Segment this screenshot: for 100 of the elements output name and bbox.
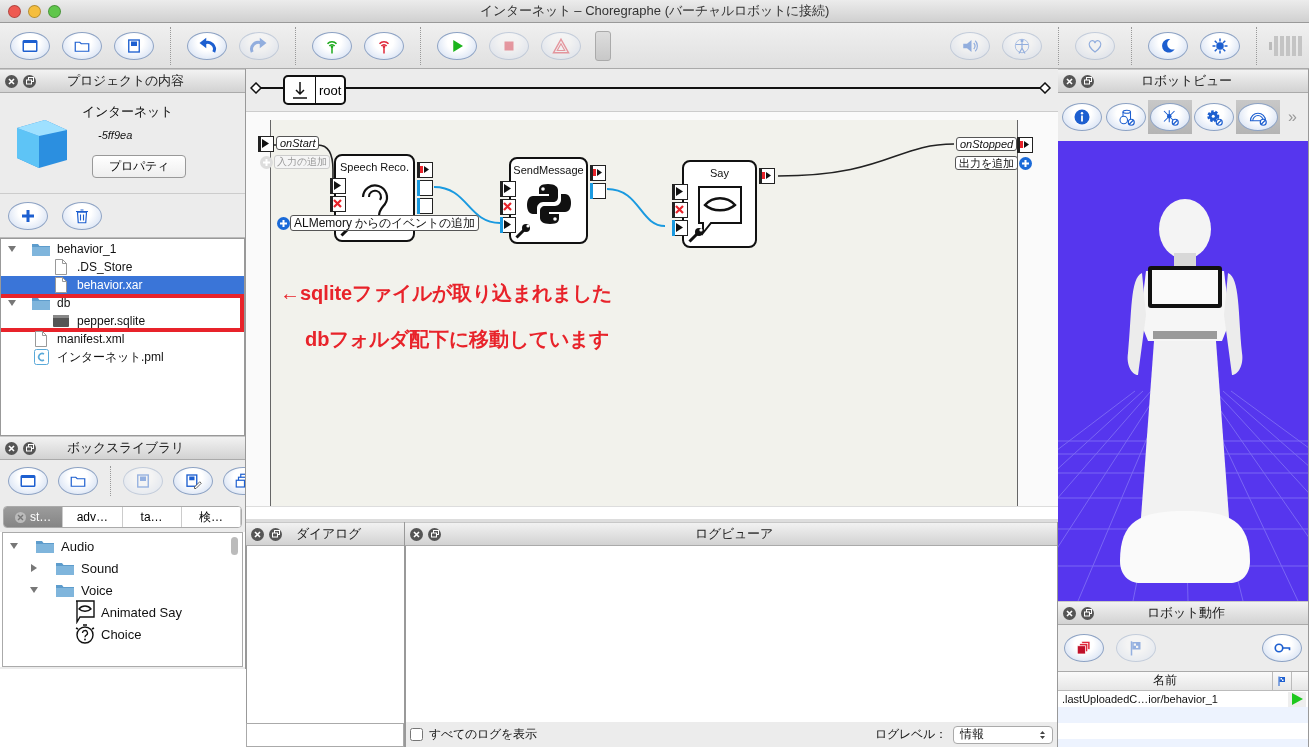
gauge-button[interactable] [1238,103,1278,131]
add-event-label[interactable]: ALMemory からのイベントの追加 [290,215,480,231]
start-port[interactable] [258,136,274,152]
close-icon [1066,77,1073,85]
close-button[interactable] [1063,606,1076,620]
folder-icon [56,583,74,597]
float-icon [430,530,439,538]
close-button[interactable] [410,527,423,541]
info-button[interactable] [1062,103,1102,131]
tree-row[interactable]: Animated Say [3,601,242,623]
tree-label: behavior_1 [57,242,117,256]
stop-port[interactable] [500,199,516,215]
close-button[interactable] [5,74,18,88]
open-button[interactable] [58,467,98,495]
tree-row[interactable]: インターネット.pml [1,348,244,366]
tree-row[interactable]: manifest.xml [1,330,244,348]
float-button[interactable] [23,441,36,455]
table-cell-text: .lastUploadedC…ior/behavior_1 [1061,693,1219,705]
log-level-select[interactable]: 情報 [953,725,1053,744]
close-icon [8,77,15,85]
breadcrumb[interactable]: root [283,75,347,105]
connect-button[interactable] [312,31,352,60]
settings-button[interactable] [1194,103,1234,131]
joint-button[interactable] [1150,103,1190,131]
stop-port[interactable] [672,202,688,218]
add-button[interactable] [8,201,48,230]
expand-arrow[interactable] [9,541,19,551]
snake-icon [526,182,571,226]
start-port[interactable] [672,220,688,236]
expand-arrow[interactable] [29,563,39,573]
float-icon [271,530,280,538]
stopped-port[interactable] [1017,137,1033,153]
data-port[interactable] [590,183,606,199]
float-button[interactable] [1081,606,1094,620]
horizontal-scrollbar[interactable] [246,506,1058,519]
new-button[interactable] [10,31,50,60]
add-output-label[interactable]: 出力を追加 [955,156,1018,170]
start-port[interactable] [672,184,688,200]
close-button[interactable] [8,4,21,18]
close-button[interactable] [251,527,264,541]
properties-button[interactable]: プロパティ [92,155,186,178]
tree-row[interactable]: behavior_1 [1,240,244,258]
data-port[interactable] [417,198,433,214]
scrollbar-thumb[interactable] [231,537,238,555]
tree-label: インターネット.pml [57,348,164,366]
save-button[interactable] [114,31,154,60]
expand-arrow[interactable] [7,298,17,308]
tree-row[interactable]: .DS_Store [1,258,244,276]
question-dial-icon [75,623,95,645]
float-button[interactable] [428,527,441,541]
collision-button[interactable] [1106,103,1146,131]
undo-button[interactable] [187,31,227,60]
panel-title: ロボットビュー [1139,72,1233,90]
start-port[interactable] [500,217,516,233]
panel-title: ログビューア [694,525,774,543]
float-button[interactable] [1081,74,1094,88]
checkbox[interactable] [410,728,423,741]
speech-bubble-icon [696,185,743,237]
wake-button[interactable] [1200,31,1240,60]
input-field[interactable] [246,723,404,747]
float-button[interactable] [269,527,282,541]
expand-arrow[interactable] [7,244,17,254]
behaviors-button[interactable] [1064,634,1104,662]
rest-button[interactable] [1148,31,1188,60]
close-button[interactable] [1063,74,1076,88]
tree-row[interactable]: Audio [3,535,242,557]
expand-arrow[interactable] [29,585,39,595]
disconnect-button[interactable] [364,31,404,60]
delete-button[interactable] [62,201,102,230]
tree-row[interactable]: Choice [3,623,242,645]
start-port[interactable] [500,181,516,197]
panel-title: ダイアログ [294,525,362,543]
stopped-port[interactable] [417,162,433,178]
open-button[interactable] [62,31,102,60]
close-button[interactable] [5,441,18,455]
add-icon[interactable] [1019,157,1032,170]
tree-row[interactable]: db [1,294,244,312]
search-button[interactable] [1262,634,1302,662]
diagram-box[interactable]: Say [682,160,757,248]
tree-row[interactable]: behavior.xar [1,276,244,294]
close-icon [413,530,420,538]
play-button[interactable] [437,31,477,60]
new-button[interactable] [8,467,48,495]
stopped-port[interactable] [759,168,775,184]
wrench-icon [688,227,704,243]
stopped-port[interactable] [590,165,606,181]
panel-title: ロボット動作 [1146,604,1226,622]
tree-row[interactable]: pepper.sqlite [1,312,244,330]
diagram-box[interactable]: SendMessage [509,157,588,244]
add-icon[interactable] [277,217,290,230]
tree-row[interactable]: Voice [3,579,242,601]
tree-row[interactable]: Sound [3,557,242,579]
connection-wire[interactable] [777,143,955,177]
zoom-button[interactable] [48,4,61,18]
float-button[interactable] [23,74,36,88]
save-as-button[interactable] [173,467,213,495]
data-port[interactable] [417,180,433,196]
start-port[interactable] [330,178,346,194]
stop-port[interactable] [330,196,346,212]
close-icon [8,444,15,452]
